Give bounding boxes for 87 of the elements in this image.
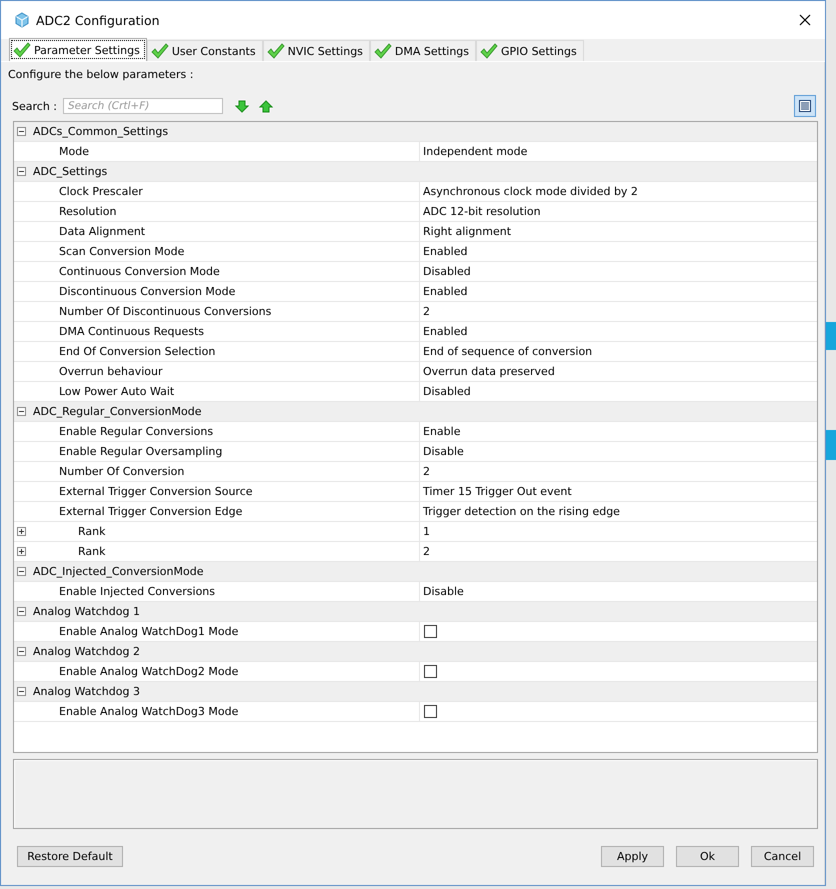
- check-icon: [13, 42, 31, 58]
- checkbox[interactable]: [424, 625, 437, 638]
- collapse-icon[interactable]: [17, 167, 26, 176]
- parameter-name: Enable Analog WatchDog2 Mode: [59, 665, 238, 678]
- parameter-value[interactable]: Disabled: [423, 265, 471, 278]
- collapse-icon[interactable]: [17, 647, 26, 656]
- dialog-button[interactable]: Ok: [676, 846, 739, 867]
- parameter-name: Rank: [78, 525, 106, 538]
- group-label: ADC_Regular_ConversionMode: [33, 405, 202, 418]
- parameter-value[interactable]: 2: [423, 305, 430, 318]
- parameter-value[interactable]: Asynchronous clock mode divided by 2: [423, 185, 638, 198]
- parameter-value[interactable]: Enabled: [423, 325, 468, 338]
- parameter-name: Resolution: [59, 205, 116, 218]
- background-bar: [826, 430, 836, 460]
- parameter-value[interactable]: End of sequence of conversion: [423, 345, 592, 358]
- parameter-name: Clock Prescaler: [59, 185, 143, 198]
- parameter-value[interactable]: 1: [423, 525, 430, 538]
- parameter-name: End Of Conversion Selection: [59, 345, 216, 358]
- tab[interactable]: DMA Settings: [370, 40, 476, 61]
- checkbox[interactable]: [424, 665, 437, 678]
- down-arrow-icon[interactable]: [235, 100, 249, 112]
- collapse-icon[interactable]: [17, 687, 26, 696]
- group-label: ADC_Injected_ConversionMode: [33, 565, 204, 578]
- collapse-icon[interactable]: [17, 567, 26, 576]
- parameter-name: Rank: [78, 545, 106, 558]
- parameter-value[interactable]: 2: [423, 545, 430, 558]
- checkbox[interactable]: [424, 705, 437, 718]
- parameter-name: Enable Analog WatchDog3 Mode: [59, 705, 238, 718]
- tab[interactable]: GPIO Settings: [476, 40, 584, 61]
- check-icon: [374, 43, 392, 59]
- collapse-icon[interactable]: [17, 607, 26, 616]
- parameter-name: Data Alignment: [59, 225, 146, 238]
- up-arrow-icon[interactable]: [259, 100, 273, 112]
- parameter-value[interactable]: Disabled: [423, 385, 471, 398]
- parameter-value[interactable]: Enable: [423, 425, 460, 438]
- parameter-value[interactable]: ADC 12-bit resolution: [423, 205, 541, 218]
- check-icon: [150, 43, 169, 59]
- parameter-value[interactable]: Timer 15 Trigger Out event: [423, 485, 572, 498]
- parameter-name: External Trigger Conversion Source: [59, 485, 253, 498]
- check-icon: [266, 43, 285, 59]
- parameter-value[interactable]: 2: [423, 465, 430, 478]
- search-label: Search :: [12, 100, 57, 112]
- parameter-value[interactable]: Enabled: [423, 285, 468, 298]
- collapse-icon[interactable]: [17, 127, 26, 136]
- parameter-name: Discontinuous Conversion Mode: [59, 285, 236, 298]
- close-icon[interactable]: [799, 14, 811, 26]
- parameter-name: Enable Regular Oversampling: [59, 445, 222, 458]
- search-field[interactable]: Search (Crtl+F): [63, 98, 223, 114]
- parameter-name: Continuous Conversion Mode: [59, 265, 220, 278]
- group-label: ADC_Settings: [33, 165, 108, 178]
- parameter-value[interactable]: Independent mode: [423, 145, 528, 158]
- parameter-name: DMA Continuous Requests: [59, 325, 204, 338]
- expand-icon[interactable]: [17, 527, 26, 536]
- tab[interactable]: NVIC Settings: [262, 40, 370, 61]
- parameter-name: Enable Regular Conversions: [59, 425, 214, 438]
- background-bar: [826, 322, 836, 350]
- dialog-button[interactable]: Apply: [601, 846, 664, 867]
- parameter-value[interactable]: Enabled: [423, 245, 468, 258]
- group-label: Analog Watchdog 2: [33, 645, 140, 658]
- group-label: Analog Watchdog 1: [33, 605, 140, 618]
- restore-default-button[interactable]: Restore Default: [17, 846, 123, 867]
- group-label: Analog Watchdog 3: [33, 685, 140, 698]
- parameter-name: Low Power Auto Wait: [59, 385, 174, 398]
- window-title: ADC2 Configuration: [36, 12, 160, 28]
- cube-icon: [14, 12, 30, 28]
- group-label: ADCs_Common_Settings: [33, 125, 168, 138]
- parameter-value[interactable]: Disable: [423, 445, 464, 458]
- parameter-name: Number Of Conversion: [59, 465, 184, 478]
- parameter-name: Overrun behaviour: [59, 365, 162, 378]
- collapse-icon[interactable]: [17, 407, 26, 416]
- parameter-name: Scan Conversion Mode: [59, 245, 184, 258]
- parameter-value[interactable]: Right alignment: [423, 225, 512, 238]
- parameter-value[interactable]: Disable: [423, 585, 464, 598]
- tab[interactable]: Parameter Settings: [9, 38, 147, 61]
- expand-icon[interactable]: [17, 547, 26, 556]
- instruction-text: Configure the below parameters :: [8, 67, 194, 83]
- parameter-name: Mode: [59, 145, 89, 158]
- dialog-button[interactable]: Cancel: [751, 846, 814, 867]
- parameter-value[interactable]: Overrun data preserved: [423, 365, 555, 378]
- parameter-value[interactable]: Trigger detection on the rising edge: [423, 505, 620, 518]
- check-icon: [480, 43, 498, 59]
- parameter-name: External Trigger Conversion Edge: [59, 505, 242, 518]
- tab[interactable]: User Constants: [146, 40, 263, 61]
- parameter-name: Number Of Discontinuous Conversions: [59, 305, 272, 318]
- parameter-name: Enable Analog WatchDog1 Mode: [59, 625, 238, 638]
- parameter-name: Enable Injected Conversions: [59, 585, 216, 598]
- list-view-icon[interactable]: [794, 95, 816, 117]
